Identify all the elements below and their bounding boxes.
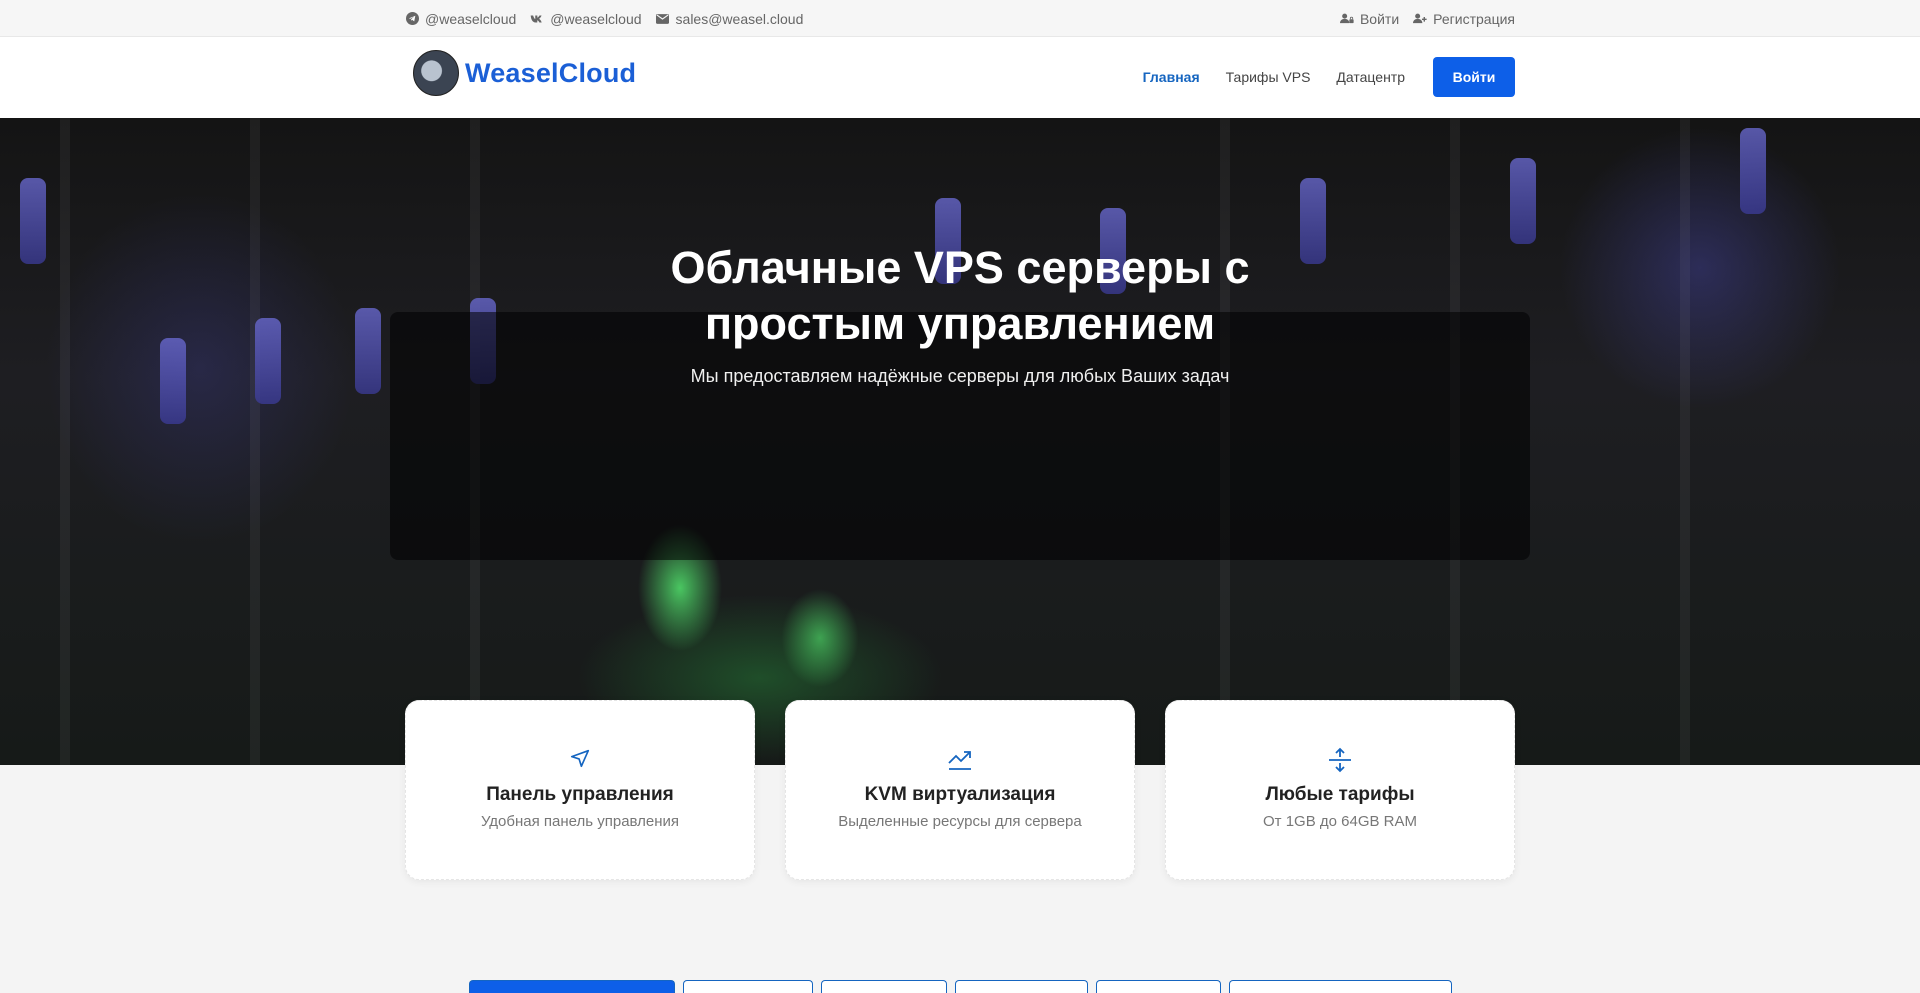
topbar-register-label: Регистрация: [1433, 10, 1515, 27]
tariff-tab-4[interactable]: [955, 980, 1088, 993]
hero-title: Облачные VPS серверы с простым управлени…: [0, 240, 1920, 352]
feature-card-tariffs: Любые тарифы От 1GB до 64GB RAM: [1165, 700, 1515, 880]
brand-name: WeaselCloud: [465, 57, 637, 88]
vk-link[interactable]: @weaselcloud: [530, 10, 642, 27]
nav-datacenter[interactable]: Датацентр: [1336, 69, 1405, 85]
topbar-login-label: Войти: [1359, 10, 1400, 27]
trending-up-icon: [948, 751, 971, 770]
vk-handle: @weaselcloud: [550, 10, 642, 27]
tariff-tab-6[interactable]: [1229, 980, 1452, 993]
tariff-tab-1[interactable]: [469, 980, 675, 993]
cursor-icon: [570, 749, 590, 768]
login-button[interactable]: Войти: [1433, 57, 1515, 97]
telegram-icon: [405, 12, 419, 26]
account-links: Войти Регистрация: [1339, 0, 1515, 37]
feature-description: Выделенные ресурсы для сервера: [838, 813, 1082, 830]
logo[interactable]: WeaselCloud: [413, 50, 636, 96]
feature-title: KVM виртуализация: [864, 784, 1056, 805]
expand-vertical-icon: [1329, 747, 1351, 773]
hero-title-line-1: Облачные VPS серверы с: [670, 242, 1250, 293]
feature-card-kvm: KVM виртуализация Выделенные ресурсы для…: [785, 700, 1135, 880]
nav-home[interactable]: Главная: [1143, 69, 1200, 85]
feature-title: Панель управления: [486, 784, 674, 805]
email-link[interactable]: sales@weasel.cloud: [656, 10, 804, 27]
tariff-tab-2[interactable]: [683, 980, 813, 993]
tariff-tab-5[interactable]: [1096, 980, 1221, 993]
feature-title: Любые тарифы: [1265, 784, 1415, 805]
main-nav: Главная Тарифы VPS Датацентр Войти: [1143, 57, 1515, 97]
feature-description: Удобная панель управления: [480, 813, 680, 830]
envelope-icon: [656, 12, 670, 26]
topbar-register-link[interactable]: Регистрация: [1413, 11, 1515, 27]
weasel-logo-icon: [413, 50, 459, 96]
feature-card-panel: Панель управления Удобная панель управле…: [405, 700, 755, 880]
nav-tariffs[interactable]: Тарифы VPS: [1226, 69, 1311, 85]
tariff-tabs: [469, 980, 1452, 993]
tariff-tab-3[interactable]: [821, 980, 947, 993]
topbar-login-link[interactable]: Войти: [1339, 10, 1400, 27]
vk-icon: [530, 12, 544, 26]
contacts: @weaselcloud @weaselcloud sales@weasel.c…: [405, 0, 803, 37]
hero-banner: [0, 118, 1920, 765]
telegram-handle: @weaselcloud: [425, 10, 517, 27]
top-bar: @weaselcloud @weaselcloud sales@weasel.c…: [0, 0, 1920, 37]
hero-subtitle: Мы предоставляем надёжные серверы для лю…: [690, 366, 1230, 386]
user-lock-icon: [1339, 12, 1354, 26]
email-address: sales@weasel.cloud: [675, 10, 804, 27]
feature-description: От 1GB до 64GB RAM: [1262, 813, 1417, 830]
telegram-link[interactable]: @weaselcloud: [405, 11, 516, 27]
user-plus-icon: [1413, 12, 1427, 26]
hero-title-line-2: простым управлением: [704, 298, 1216, 349]
site-header: WeaselCloud Главная Тарифы VPS Датацентр…: [0, 37, 1920, 118]
